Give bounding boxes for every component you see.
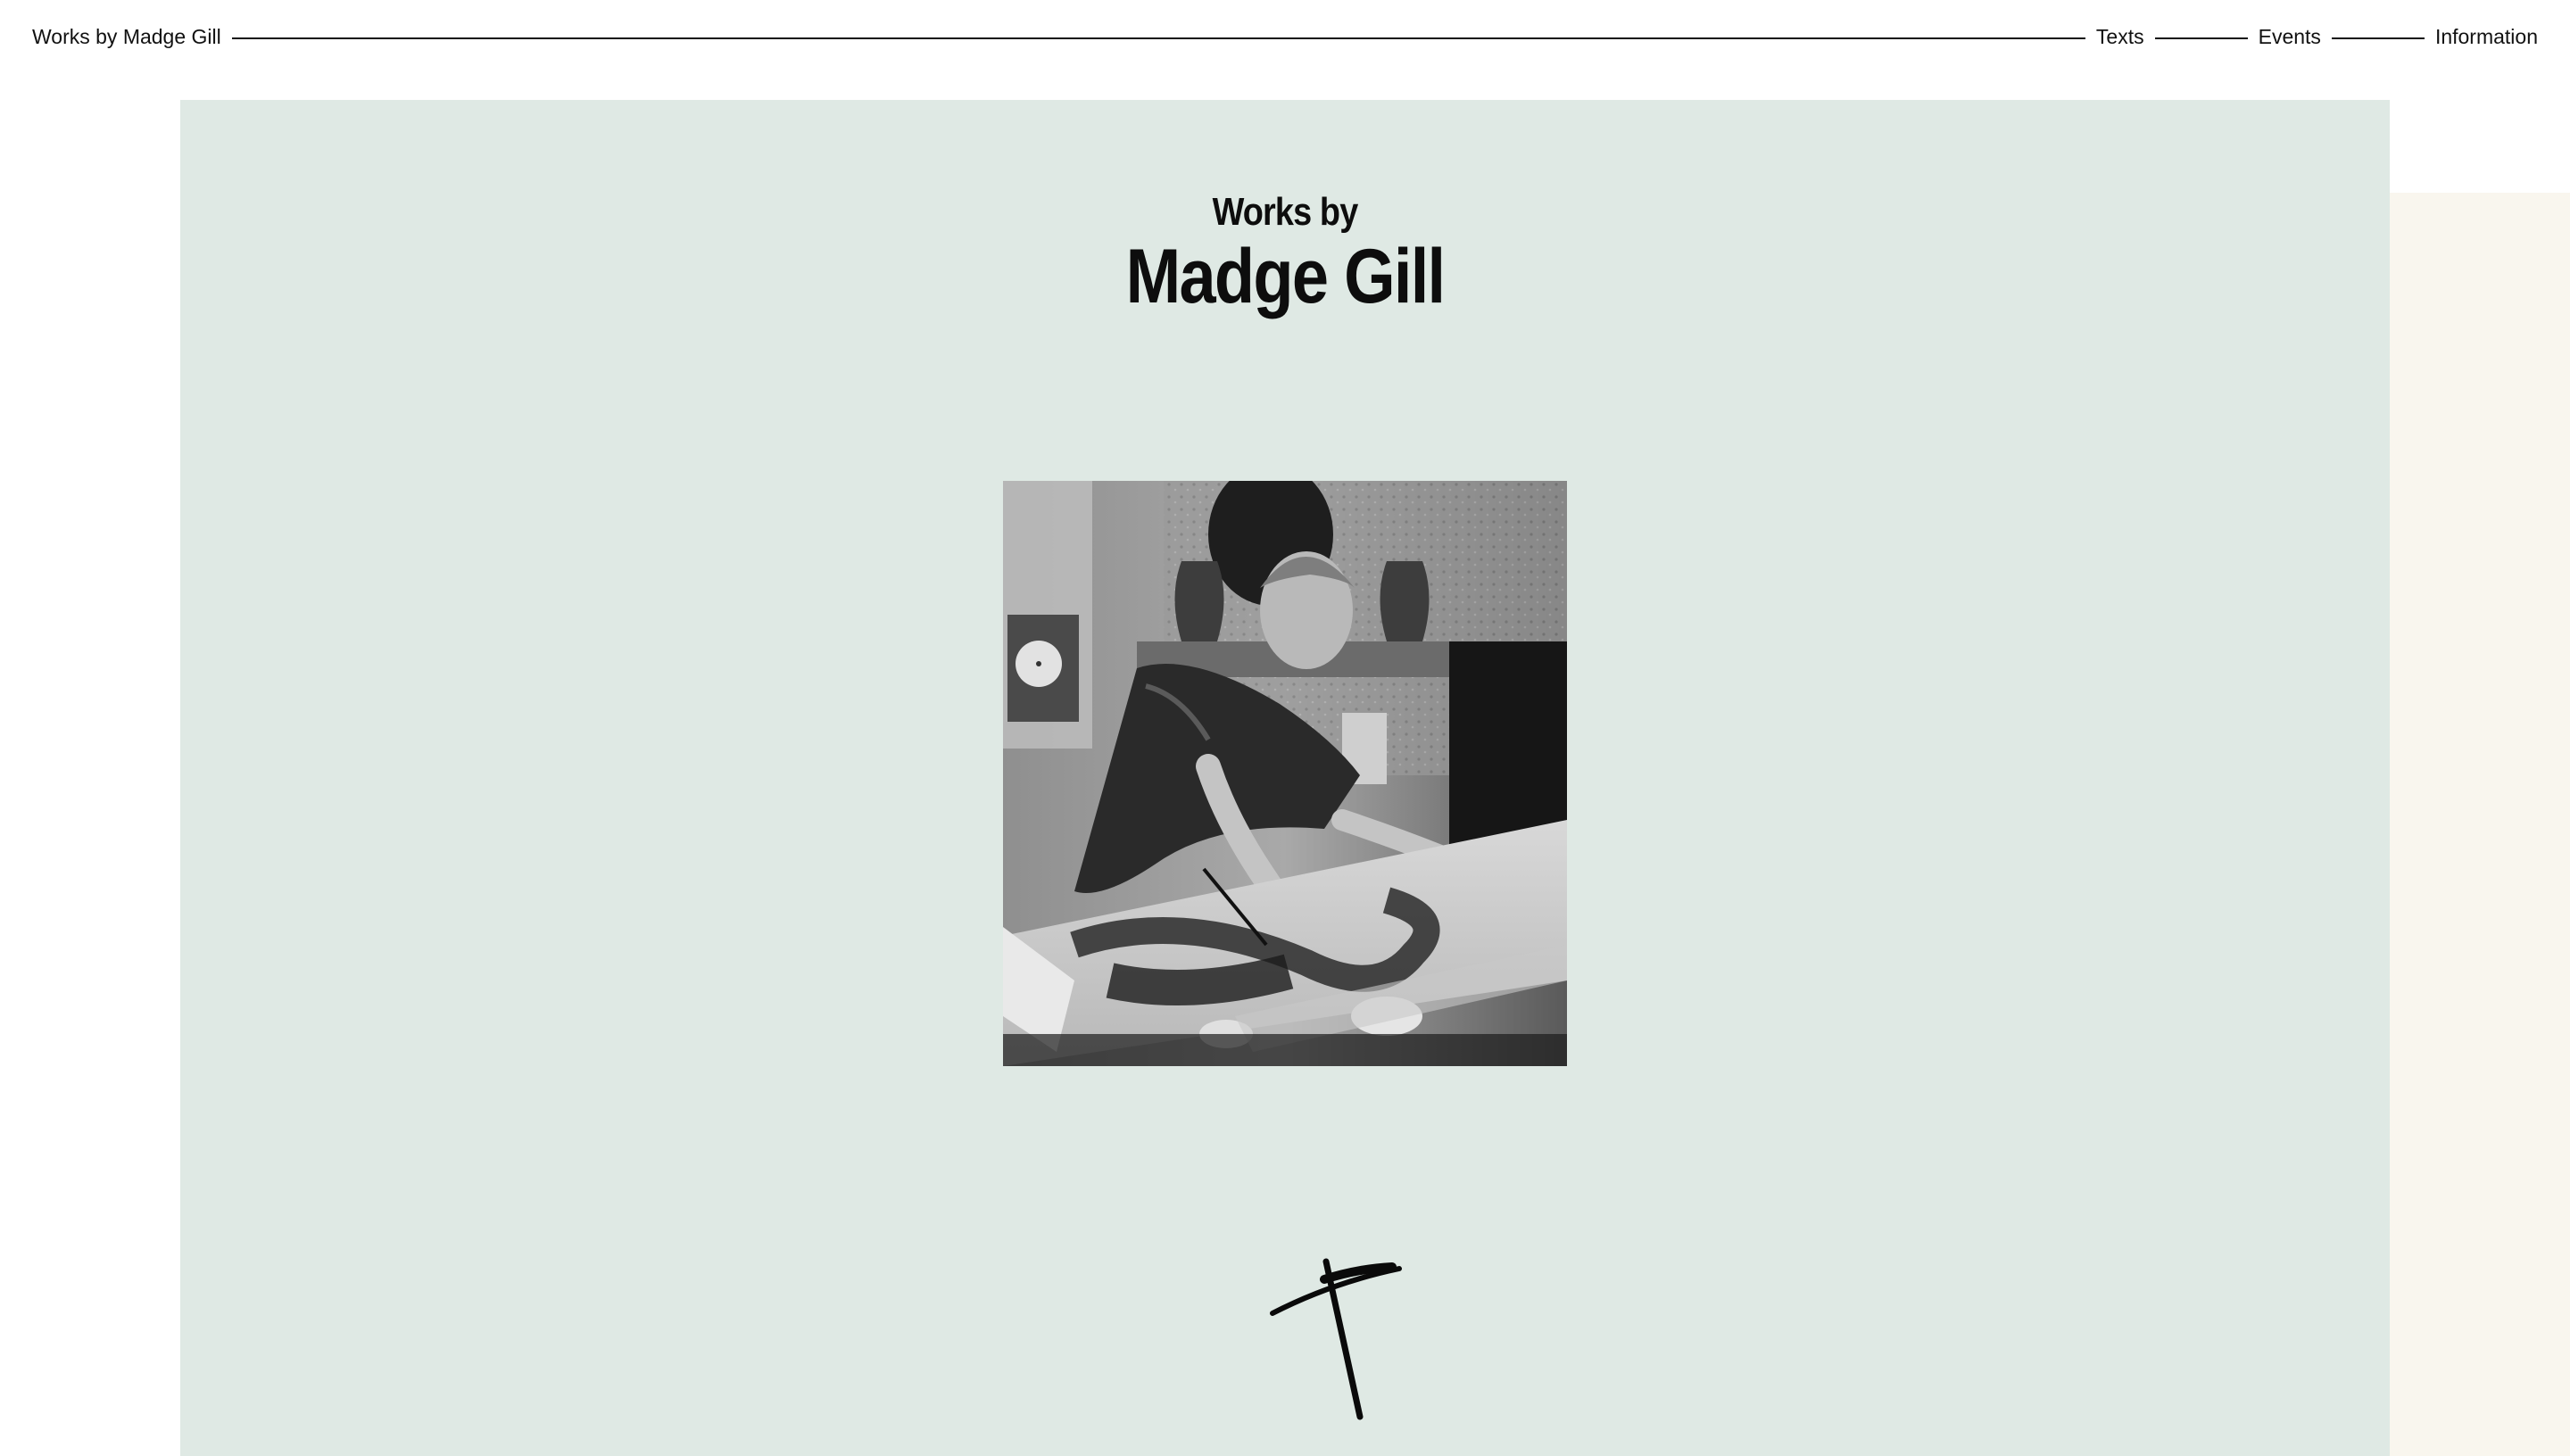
nav-divider-line bbox=[231, 37, 2085, 39]
page: Works by Madge Gill Texts Events Informa… bbox=[0, 0, 2570, 1456]
artist-photo bbox=[1003, 481, 1567, 1066]
nav-link-events[interactable]: Events bbox=[2259, 23, 2321, 50]
nav-link-information[interactable]: Information bbox=[2435, 23, 2538, 50]
top-navigation: Works by Madge Gill Texts Events Informa… bbox=[32, 23, 2538, 50]
hero-card[interactable]: Works by Madge Gill bbox=[180, 100, 2390, 1456]
cross-icon bbox=[1224, 1251, 1438, 1456]
nav-divider-line bbox=[2154, 37, 2248, 39]
nav-home-link[interactable]: Works by Madge Gill bbox=[32, 23, 221, 50]
side-panel[interactable] bbox=[2390, 193, 2570, 1456]
nav-divider-line bbox=[2331, 37, 2425, 39]
nav-link-texts[interactable]: Texts bbox=[2096, 23, 2144, 50]
title-main: Madge Gill bbox=[1125, 234, 1446, 319]
page-title: Works by Madge Gill bbox=[180, 189, 2390, 318]
cross-icon-svg bbox=[1270, 1258, 1402, 1420]
photo-illustration bbox=[1003, 481, 1567, 1066]
title-kicker: Works by bbox=[1212, 190, 1359, 234]
